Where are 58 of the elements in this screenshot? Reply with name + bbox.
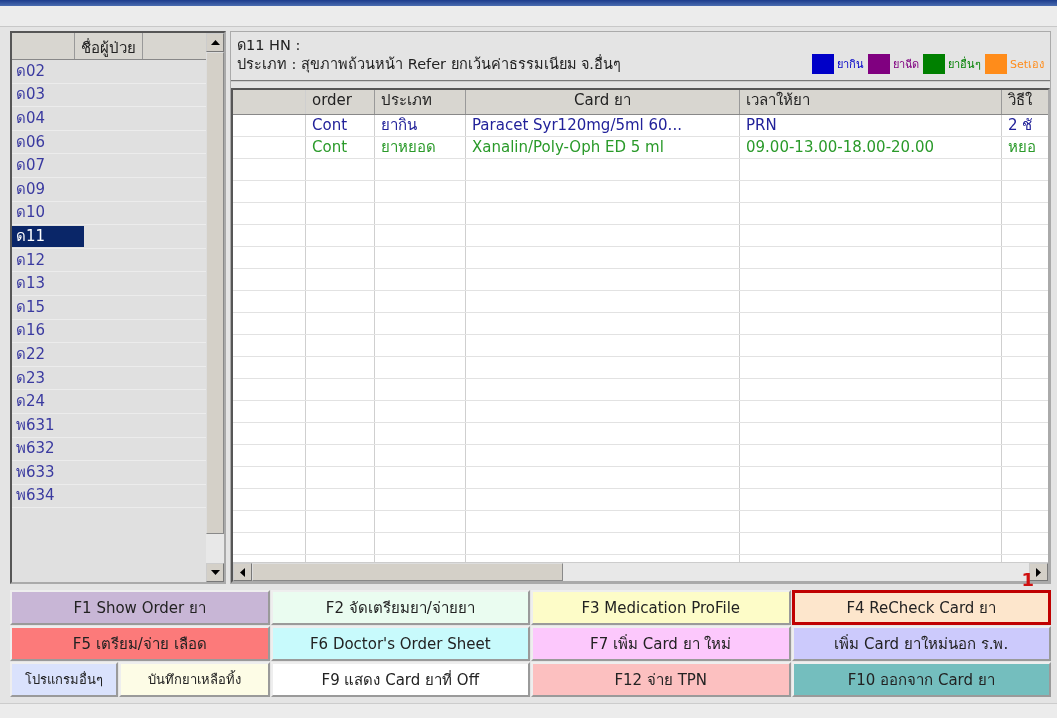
table-cell: Xanalin/Poly-Oph ED 5 ml <box>466 137 740 158</box>
function-button[interactable]: F2 จัดเตรียมยา/จ่ายยา <box>270 590 530 625</box>
function-button[interactable]: F12 จ่าย TPN <box>531 662 791 697</box>
function-button[interactable]: F3 Medication ProFile <box>531 590 791 625</box>
function-button[interactable]: เพิ่ม Card ยาใหม่นอก ร.พ. <box>791 626 1051 661</box>
legend-label: ยาฉีด <box>892 57 919 73</box>
table-cell: Cont <box>306 115 375 136</box>
function-button[interactable]: F10 ออกจาก Card ยา <box>791 662 1051 697</box>
column-header: Card ยา <box>466 90 740 114</box>
patient-item[interactable]: ด11 <box>12 225 84 247</box>
patient-item[interactable]: ด15 <box>12 296 84 318</box>
patient-item[interactable]: ด07 <box>12 155 84 177</box>
table-cell: Paracet Syr120mg/5ml 60... <box>466 115 740 136</box>
function-button[interactable]: F5 เตรียม/จ่าย เลือด <box>10 626 270 661</box>
legend-label: ยาอื่นๆ <box>947 55 981 73</box>
patient-item[interactable]: ด04 <box>12 108 84 129</box>
patient-item[interactable]: ด16 <box>12 320 84 342</box>
annotation-number: 1 <box>1021 569 1034 590</box>
column-header: วิธีใ <box>1007 90 1033 111</box>
patient-item[interactable]: ด10 <box>12 202 84 224</box>
column-header: เวลาให้ยา <box>740 90 1002 114</box>
patient-item[interactable]: ด03 <box>12 84 84 106</box>
function-button[interactable]: F6 Doctor's Order Sheet <box>270 626 530 661</box>
function-button[interactable]: F9 แสดง Card ยาที่ Off <box>270 662 530 697</box>
patient-item[interactable]: ด09 <box>12 178 84 200</box>
patient-item[interactable]: ด13 <box>12 273 84 295</box>
patient-type: ประเภท : สุขภาพถ้วนหน้า Refer ยกเว้นค่าธรรมเนียม จ.อื่นๆ <box>237 55 621 74</box>
column-header: order <box>306 90 375 114</box>
patient-item[interactable]: ด06 <box>12 131 84 153</box>
table-cell: Cont <box>306 137 375 158</box>
table-cell: ยาหยอด <box>375 137 466 158</box>
patient-item[interactable]: พ631 <box>12 414 84 436</box>
table-cell-text: 2 ชั <box>1007 115 1034 136</box>
function-button[interactable]: F7 เพิ่ม Card ยา ใหม่ <box>531 626 791 661</box>
scroll-up-icon[interactable] <box>206 33 224 52</box>
table-cell: PRN <box>740 115 1002 136</box>
function-button[interactable]: F1 Show Order ยา <box>10 590 270 625</box>
column-header: ประเภท <box>375 90 466 114</box>
table-cell: 09.00-13.00-18.00-20.00 <box>740 137 1002 158</box>
patient-item[interactable]: ด23 <box>12 367 84 389</box>
scroll-down-icon[interactable] <box>206 563 224 582</box>
patient-item[interactable]: พ634 <box>12 485 84 507</box>
patient-item[interactable]: ด02 <box>12 60 84 82</box>
legend-label: Setเอง <box>1009 57 1044 73</box>
patient-item[interactable]: ด12 <box>12 249 84 271</box>
table-cell-text: หยอ <box>1007 137 1037 158</box>
function-button[interactable]: บันทึกยาเหลือทิ้ง <box>118 662 270 697</box>
patient-item[interactable]: พ633 <box>12 461 84 483</box>
legend-label: ยากิน <box>836 57 864 73</box>
patient-item[interactable]: ด22 <box>12 343 84 365</box>
scroll-thumb[interactable] <box>252 563 563 581</box>
function-button[interactable]: โปรแกรมอื่นๆ <box>10 662 118 697</box>
column-header: ชื่อผู้ป่วย <box>75 33 143 59</box>
patient-item[interactable]: ด24 <box>12 391 84 413</box>
patient-item[interactable]: พ632 <box>12 438 84 460</box>
patient-label: ด11 HN : <box>237 36 302 55</box>
table-cell: ยากิน <box>375 115 466 136</box>
scroll-left-icon[interactable] <box>233 563 252 581</box>
